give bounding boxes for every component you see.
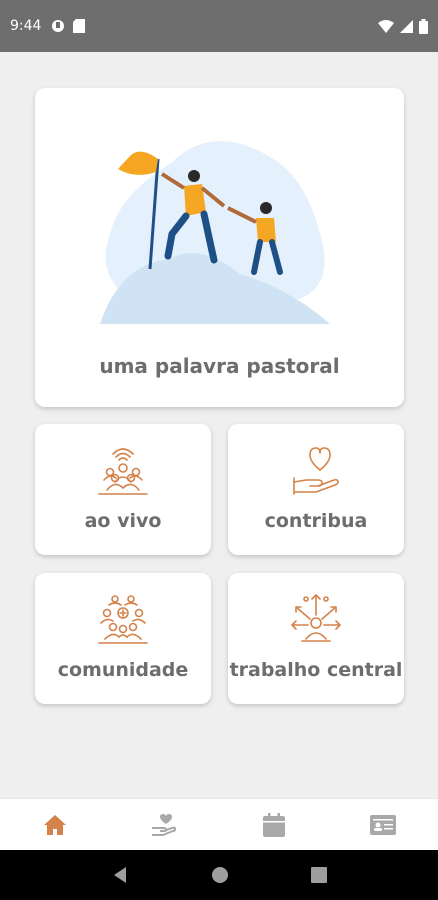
community-label: comunidade — [57, 659, 189, 681]
main-content: uma palavra pastoral ao vivo contribua c… — [0, 52, 438, 798]
nav-home[interactable] — [25, 799, 85, 851]
bottom-navigation — [0, 798, 438, 850]
live-label: ao vivo — [84, 510, 162, 532]
community-card[interactable]: comunidade — [35, 573, 211, 704]
hand-heart-icon — [152, 813, 177, 836]
community-icon — [98, 595, 148, 644]
id-card-icon — [370, 814, 397, 835]
home-icon — [43, 814, 66, 835]
climbing-help-illustration — [99, 141, 330, 324]
back-icon[interactable] — [111, 866, 129, 884]
wifi-icon — [378, 19, 394, 33]
data-saver-icon — [52, 20, 65, 32]
pastoral-word-card[interactable]: uma palavra pastoral — [35, 88, 404, 407]
central-work-card[interactable]: trabalho central — [228, 573, 404, 704]
central-work-label: trabalho central — [229, 659, 403, 681]
status-time: 9:44 — [10, 18, 42, 34]
status-bar: 9:44 — [0, 0, 438, 52]
live-audience-icon — [98, 448, 148, 495]
outreach-icon — [291, 594, 341, 642]
heart-hand-icon — [293, 447, 339, 495]
contribute-card[interactable]: contribua — [228, 424, 404, 555]
recents-icon[interactable] — [311, 867, 327, 883]
signal-icon — [400, 19, 413, 33]
calendar-icon — [262, 812, 285, 837]
pastoral-word-label: uma palavra pastoral — [99, 354, 340, 378]
sd-card-icon — [73, 19, 86, 33]
nav-profile[interactable] — [353, 799, 413, 851]
system-navigation-bar — [0, 850, 438, 900]
live-card[interactable]: ao vivo — [35, 424, 211, 555]
contribute-label: contribua — [264, 510, 368, 532]
battery-icon — [419, 18, 428, 34]
nav-calendar[interactable] — [244, 799, 304, 851]
nav-donate[interactable] — [134, 799, 194, 851]
home-circle-icon[interactable] — [211, 866, 229, 884]
